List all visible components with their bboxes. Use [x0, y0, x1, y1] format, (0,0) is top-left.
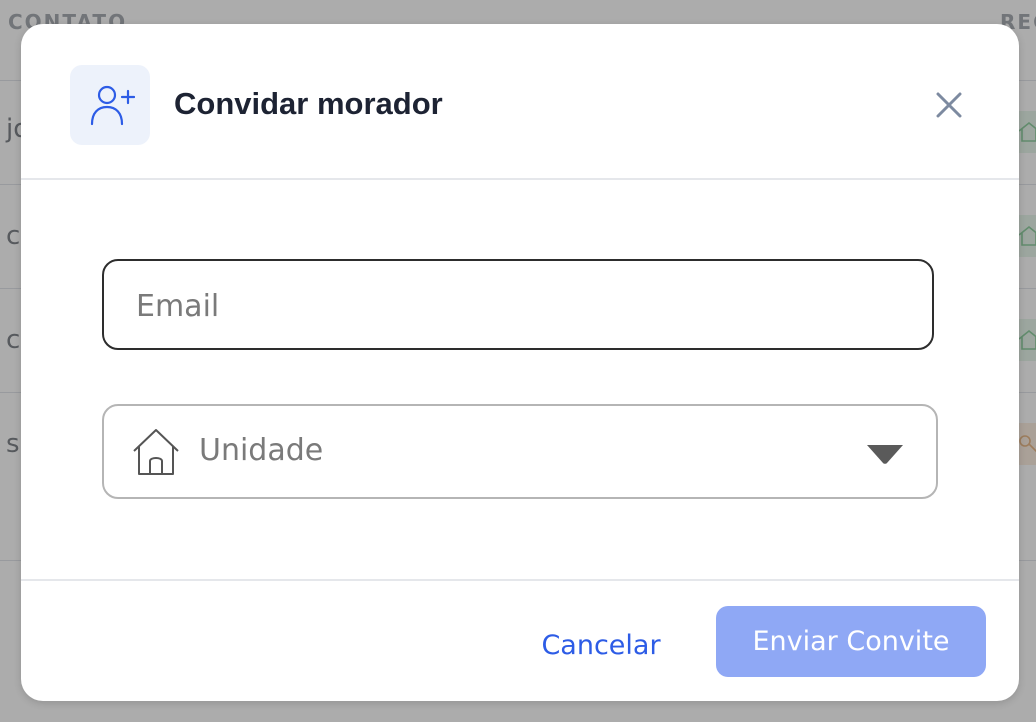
user-plus-icon: [90, 85, 135, 126]
house-icon: [133, 429, 179, 475]
cancel-button[interactable]: Cancelar: [511, 621, 691, 671]
modal-footer: Cancelar Enviar Convite: [21, 579, 1019, 701]
unidade-select[interactable]: Unidade: [102, 404, 938, 499]
modal-header: Convidar morador: [21, 24, 1019, 180]
unidade-label: Unidade: [199, 433, 324, 468]
send-invite-button[interactable]: Enviar Convite: [716, 606, 986, 677]
caret-down-icon: [867, 445, 903, 464]
email-input[interactable]: [134, 283, 898, 329]
header-icon-box: [70, 65, 150, 145]
modal-title: Convidar morador: [174, 86, 443, 121]
close-icon: [936, 92, 962, 118]
close-button[interactable]: [929, 85, 969, 125]
email-field[interactable]: [102, 259, 934, 350]
invite-resident-modal: Convidar morador Unidade Cancelar Enviar…: [21, 24, 1019, 701]
